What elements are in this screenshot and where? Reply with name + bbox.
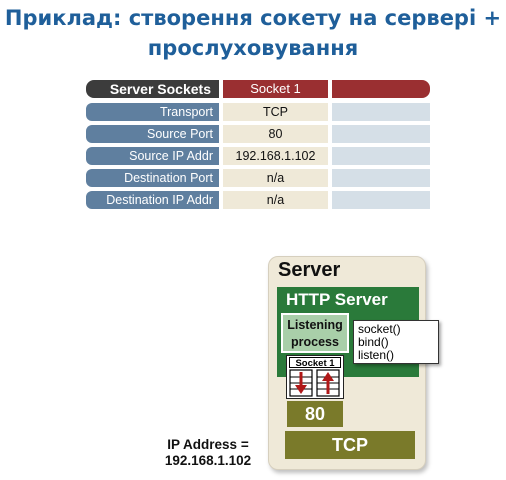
table-row: Destination Port n/a — [86, 169, 430, 187]
http-server-title: HTTP Server — [286, 290, 388, 309]
socket-calls-callout: socket() bind() listen() — [353, 320, 439, 364]
port-box: 80 — [287, 401, 343, 427]
row-extra-cell — [332, 191, 430, 209]
arrow-down-icon — [289, 369, 313, 397]
row-value-cell: TCP — [223, 103, 328, 121]
listening-line-1: Listening — [287, 318, 343, 332]
tcp-box: TCP — [285, 431, 415, 459]
row-label-cell: Destination IP Addr — [86, 191, 219, 209]
header-extra-cell — [332, 80, 430, 98]
row-extra-cell — [332, 103, 430, 121]
table-header-row: Server Sockets Socket 1 — [86, 80, 430, 98]
call-listen: listen() — [358, 348, 395, 362]
row-value-cell: 192.168.1.102 — [223, 147, 328, 165]
row-value-cell: 80 — [223, 125, 328, 143]
table-row: Transport TCP — [86, 103, 430, 121]
row-value-cell: n/a — [223, 169, 328, 187]
table-row: Destination IP Addr n/a — [86, 191, 430, 209]
arrow-up-icon — [316, 369, 340, 397]
row-label-cell: Destination Port — [86, 169, 219, 187]
header-socket-cell: Socket 1 — [223, 80, 328, 98]
row-extra-cell — [332, 125, 430, 143]
table-row: Source Port 80 — [86, 125, 430, 143]
row-label-cell: Source Port — [86, 125, 219, 143]
listening-line-2: process — [291, 335, 339, 349]
header-label-cell: Server Sockets — [86, 80, 219, 98]
ip-label-line-1: IP Address = — [167, 437, 249, 452]
ip-address-label: IP Address = 192.168.1.102 — [150, 437, 266, 469]
ip-label-line-2: 192.168.1.102 — [164, 453, 252, 468]
socket-label: Socket 1 — [289, 357, 341, 369]
slide-title-line-2: прослуховування — [147, 36, 359, 60]
row-value-cell: n/a — [223, 191, 328, 209]
listening-process-box: Listening process — [281, 313, 349, 353]
row-extra-cell — [332, 169, 430, 187]
table-row: Source IP Addr 192.168.1.102 — [86, 147, 430, 165]
server-title: Server — [278, 259, 341, 281]
row-label-cell: Source IP Addr — [86, 147, 219, 165]
row-extra-cell — [332, 147, 430, 165]
slide-title-line-1: Приклад: створення сокету на сервері + — [4, 6, 502, 30]
row-label-cell: Transport — [86, 103, 219, 121]
